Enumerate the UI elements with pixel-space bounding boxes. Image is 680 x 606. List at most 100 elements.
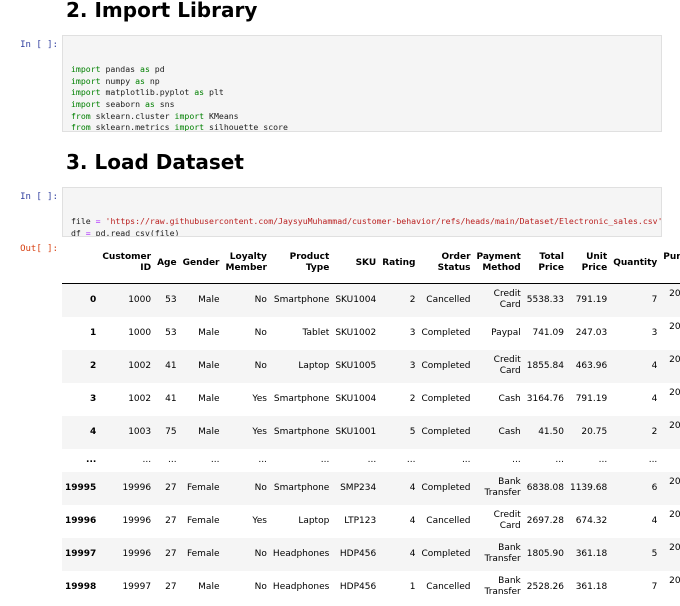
table-cell: Completed [421, 327, 471, 338]
code-line: file = 'https://raw.githubusercontent.co… [71, 216, 661, 228]
column-header: Order Status [418, 243, 474, 284]
table-cell: 53 [165, 294, 177, 305]
code-cell-import[interactable]: import pandas as pd import numpy as np imp… [62, 35, 662, 132]
table-cell: ... [168, 454, 177, 465]
column-header: Gender [179, 243, 223, 284]
table-cell: 5538.33 [526, 294, 564, 305]
code-line: import seaborn as sns [71, 99, 653, 111]
code-token: import [174, 110, 205, 121]
table-cell: 53 [165, 327, 177, 338]
table-cell: 3 [409, 327, 416, 338]
table-row: 19996 19996 27 Female Yes Laptop LTP123 4 Cancel… [62, 504, 680, 538]
table-cell: Paypal [491, 327, 521, 338]
table-cell: LTP123 [344, 515, 377, 526]
table-cell: 791.19 [575, 294, 608, 305]
table-row: 3 1002 41 Male Yes Smartphone SKU1004 2 Complete… [62, 382, 680, 416]
table-cell: Smartphone [273, 294, 330, 305]
row-index: 4 [90, 426, 97, 437]
table-cell: 2024-06-15 [669, 477, 680, 487]
column-header [62, 243, 100, 284]
table-cell: 27 [165, 515, 177, 526]
table-cell: HDP456 [339, 548, 377, 559]
table-cell: Smartphone [273, 426, 330, 437]
code-token: seaborn [100, 98, 145, 109]
table-cell: 41.50 [538, 426, 564, 437]
row-index: 19996 [65, 515, 97, 526]
table-cell: 27 [165, 548, 177, 559]
table-cell: Bank Transfer [484, 576, 521, 597]
table-cell: SKU1004 [335, 393, 377, 404]
table-row: 19997 19996 27 Female No Headphones HDP456 4 Com… [62, 537, 680, 571]
code-token: sns [154, 98, 175, 109]
table-cell: 1002 [128, 360, 152, 371]
table-cell: 2024-01-06 [669, 576, 680, 586]
table-cell: 4 [651, 393, 658, 404]
section-heading-load-dataset: 3. Load Dataset [66, 150, 244, 174]
column-header: Customer ID [99, 243, 155, 284]
table-cell: No [254, 482, 267, 493]
column-header: Product Type [269, 243, 333, 284]
code-cell-load[interactable]: file = 'https://raw.githubusercontent.co… [62, 187, 662, 237]
table-cell: 741.09 [532, 327, 564, 338]
code-token: as [135, 75, 145, 86]
table-cell: 674.32 [575, 515, 608, 526]
code-token: import [71, 98, 101, 109]
table-cell: Completed [421, 360, 471, 371]
code-content-import: import pandas as pd import numpy as np imp… [71, 64, 653, 132]
table-cell: Cancelled [426, 515, 471, 526]
code-token: sklearn.metrics [90, 122, 175, 132]
table-cell: Yes [252, 426, 267, 437]
table-cell: 3 [409, 360, 416, 371]
table-cell: SKU1001 [335, 426, 377, 437]
table-header-row: Customer ID Age Gender Loyalty Member Produc… [62, 243, 680, 284]
table-cell: ... [555, 454, 564, 465]
dataframe-table: Customer ID Age Gender Loyalty Member Produc… [62, 243, 680, 604]
table-cell: 4 [651, 515, 658, 526]
table-cell: 4 [409, 515, 416, 526]
table-cell: Smartphone [273, 393, 330, 404]
table-cell: No [254, 360, 267, 371]
table-cell: 4 [651, 360, 658, 371]
table-cell: 2528.26 [526, 581, 564, 592]
table-cell: Yes [252, 515, 267, 526]
table-cell: 5 [409, 426, 416, 437]
table-cell: 4 [409, 548, 416, 559]
table-cell: SKU1004 [335, 294, 377, 305]
table-row: 19998 19997 27 Male No Headphones HDP456 1 Cance… [62, 570, 680, 604]
table-cell: Credit Card [493, 510, 521, 531]
table-row: 1 1000 53 Male No Tablet SKU1002 3 Completed Payp… [62, 316, 680, 350]
table-cell: 2 [409, 294, 416, 305]
row-index: ... [86, 454, 97, 465]
table-cell: SKU1002 [335, 327, 377, 338]
section-heading-import-library: 2. Import Library [66, 0, 258, 22]
code-token: from [71, 110, 91, 121]
code-token: import [71, 75, 101, 86]
table-cell: Cash [498, 426, 521, 437]
table-cell: Male [198, 581, 220, 592]
input-prompt-import: In [ ]: [20, 40, 58, 50]
table-cell: ... [512, 454, 521, 465]
table-cell: Smartphone [273, 482, 330, 493]
table-cell: Male [198, 294, 220, 305]
code-token: as [144, 98, 155, 109]
table-cell: HDP456 [339, 581, 377, 592]
table-cell: Tablet [302, 327, 330, 338]
code-line: import matplotlib.pyplot as plt [71, 87, 653, 99]
table-cell: Completed [421, 482, 471, 493]
code-token: 'https://raw.githubusercontent.com/Jaysy… [105, 216, 662, 227]
table-cell: 1003 [128, 426, 152, 437]
dataframe-output: Customer ID Age Gender Loyalty Member Produc… [62, 243, 680, 604]
code-token: numpy [100, 75, 136, 86]
code-token: plt [204, 87, 224, 98]
row-index: 19998 [65, 581, 97, 592]
table-cell: 7 [651, 294, 658, 305]
code-token: file [71, 216, 96, 227]
code-line: from sklearn.cluster import KMeans [71, 111, 653, 123]
table-cell: 463.96 [575, 360, 608, 371]
row-index: 1 [90, 327, 97, 338]
table-cell: Female [186, 515, 220, 526]
table-cell: No [254, 548, 267, 559]
table-cell: No [254, 327, 267, 338]
table-cell: Male [198, 426, 220, 437]
table-row: 0 1000 53 Male No Smartphone SKU1004 2 Cancelled… [62, 283, 680, 317]
